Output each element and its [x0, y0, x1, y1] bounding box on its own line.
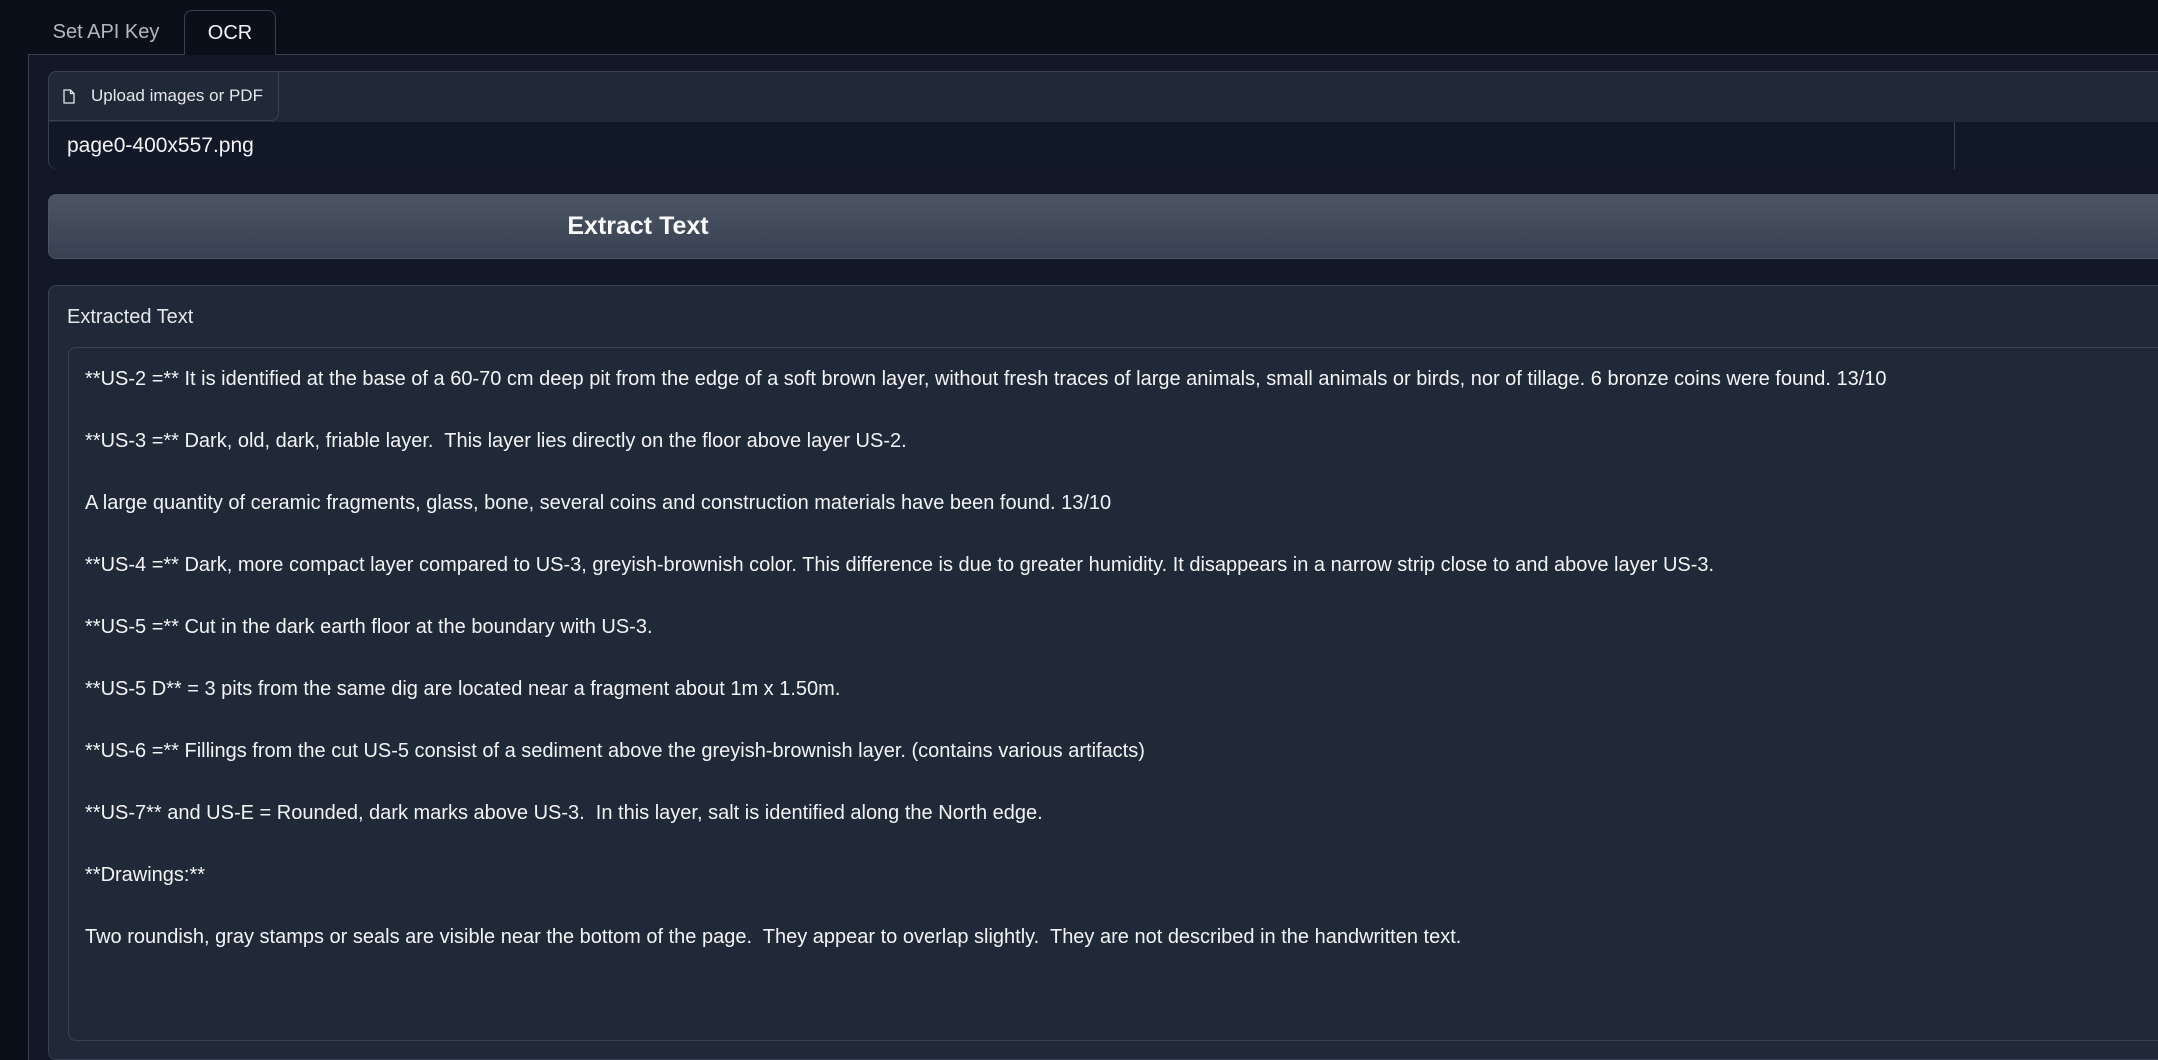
tab-bar: Set API Key OCR — [0, 0, 2158, 55]
app-root: Set API Key OCR Upload images or PDF pag… — [0, 0, 2158, 1060]
file-icon — [63, 88, 75, 104]
extracted-paragraph: **US-7** and US-E = Rounded, dark marks … — [85, 802, 1043, 824]
tab-set-api-key[interactable]: Set API Key — [36, 10, 176, 55]
extracted-paragraph: **US-3 =** Dark, old, dark, friable laye… — [85, 430, 907, 452]
extracted-paragraph: **US-6 =** Fillings from the cut US-5 co… — [85, 740, 1145, 762]
extracted-paragraph: Two roundish, gray stamps or seals are v… — [85, 926, 1462, 948]
upload-button-label: Upload images or PDF — [91, 86, 263, 105]
file-upload: Upload images or PDF page0-400x557.png — [48, 71, 2158, 169]
tab-ocr[interactable]: OCR — [184, 10, 276, 55]
extracted-paragraph: **Drawings:** — [85, 864, 206, 886]
extracted-paragraph: A large quantity of ceramic fragments, g… — [85, 492, 1112, 514]
upload-button[interactable]: Upload images or PDF — [49, 72, 279, 121]
extracted-paragraph: **US-5 =** Cut in the dark earth floor a… — [85, 616, 653, 638]
extracted-paragraph: **US-2 =** It is identified at the base … — [85, 368, 1887, 390]
extracted-text-label: Extracted Text — [67, 306, 194, 328]
extracted-text-area[interactable]: **US-2 =** It is identified at the base … — [68, 347, 2158, 1041]
extracted-paragraph: **US-5 D** = 3 pits from the same dig ar… — [85, 678, 841, 700]
extract-text-button[interactable]: Extract Text — [48, 194, 2158, 259]
uploaded-file-row[interactable]: page0-400x557.png — [49, 122, 2158, 169]
file-row-divider — [1954, 122, 1955, 169]
extracted-paragraph: **US-4 =** Dark, more compact layer comp… — [85, 554, 1715, 576]
extracted-text-block: Extracted Text **US-2 =** It is identifi… — [48, 285, 2158, 1060]
uploaded-file-name: page0-400x557.png — [67, 134, 254, 157]
